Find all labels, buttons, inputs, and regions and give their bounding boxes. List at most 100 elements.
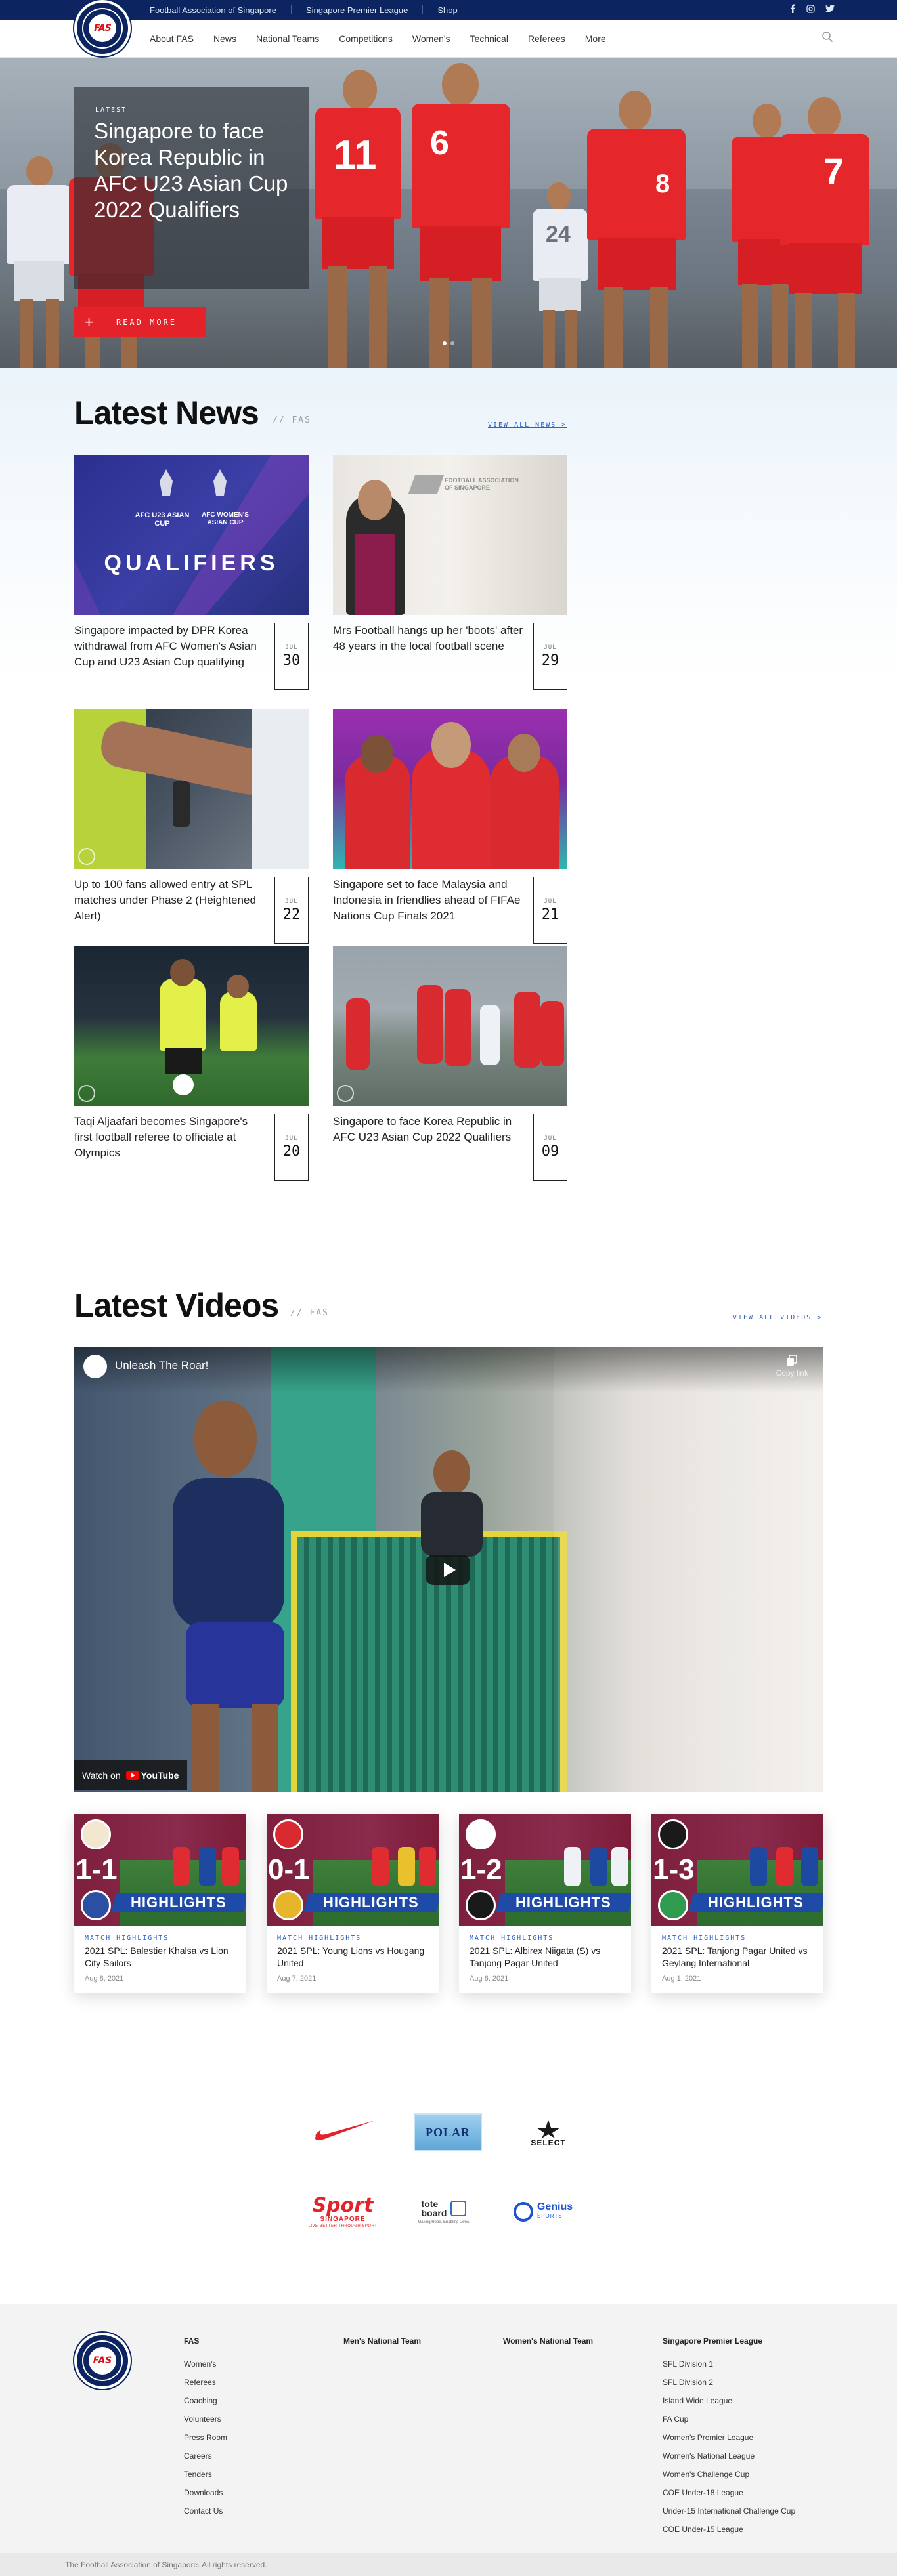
news-card[interactable]: Singapore to face Korea Republic in AFC … — [333, 946, 567, 1181]
footer-link[interactable]: FA Cup — [663, 2410, 795, 2428]
fas-watermark-icon — [78, 1085, 95, 1102]
genius-sports-logo[interactable]: Genius SPORTS — [507, 2195, 579, 2228]
fas-logo[interactable]: FAS — [74, 0, 131, 56]
page: Football Association of Singapore Singap… — [0, 0, 897, 2576]
news-thumbnail[interactable] — [333, 946, 567, 1106]
facebook-icon[interactable] — [789, 4, 796, 16]
footer-heading[interactable]: Women's National Team — [503, 2336, 593, 2346]
video-card-title[interactable]: 2021 SPL: Balestier Khalsa vs Lion City … — [85, 1945, 236, 1970]
copy-link-button[interactable]: Copy link — [776, 1355, 808, 1378]
news-title[interactable]: Singapore impacted by DPR Korea withdraw… — [74, 623, 265, 670]
footer-link[interactable]: SFL Division 2 — [663, 2373, 795, 2392]
footer-link[interactable]: Women's Premier League — [663, 2428, 795, 2447]
nav-news[interactable]: News — [213, 33, 236, 44]
footer-link[interactable]: Women's — [184, 2355, 227, 2373]
news-card[interactable]: AFC U23 ASIAN CUP AFC WOMEN'S ASIAN CUP … — [74, 455, 309, 690]
nike-logo[interactable] — [309, 2113, 381, 2146]
footer-link[interactable]: Downloads — [184, 2483, 227, 2502]
search-icon[interactable] — [821, 31, 835, 44]
video-card[interactable]: 1-1 HIGHLIGHTS MATCH HIGHLIGHTS 2021 SPL… — [74, 1814, 246, 1993]
footer-link[interactable]: Referees — [184, 2373, 227, 2392]
channel-avatar[interactable] — [83, 1355, 107, 1378]
footer-link[interactable]: Contact Us — [184, 2502, 227, 2520]
news-card[interactable]: Up to 100 fans allowed entry at SPL matc… — [74, 709, 309, 944]
toplink-fas[interactable]: Football Association of Singapore — [150, 0, 306, 20]
nav-referees[interactable]: Referees — [528, 33, 565, 44]
video-score: 1-3 — [653, 1853, 695, 1886]
footer-heading[interactable]: Singapore Premier League — [663, 2336, 795, 2346]
hero-headline[interactable]: Singapore to face Korea Republic in AFC … — [94, 118, 303, 223]
tote-board-logo[interactable]: tote board Making Hope. Enabling Lives. — [411, 2189, 477, 2235]
toplink-shop[interactable]: Shop — [437, 0, 471, 20]
play-button[interactable] — [426, 1555, 470, 1585]
video-thumbnail[interactable]: 1-1 HIGHLIGHTS — [74, 1814, 246, 1926]
news-title[interactable]: Singapore set to face Malaysia and Indon… — [333, 877, 523, 924]
footer: FAS FAS Women's Referees Coaching Volunt… — [0, 2304, 897, 2553]
select-logo[interactable]: SELECT — [525, 2113, 571, 2153]
read-more-button[interactable]: + READ MORE — [74, 307, 206, 337]
nav-competitions[interactable]: Competitions — [339, 33, 393, 44]
toplink-spl[interactable]: Singapore Premier League — [306, 0, 437, 20]
footer-fas-logo[interactable]: FAS — [74, 2333, 131, 2389]
news-date-box: JUL 21 — [533, 877, 567, 944]
news-thumbnail[interactable] — [74, 946, 309, 1106]
news-thumbnail[interactable] — [333, 709, 567, 869]
watch-on-youtube-button[interactable]: Watch on YouTube — [74, 1760, 187, 1790]
instagram-icon[interactable] — [806, 4, 815, 16]
logo-letters: FAS — [94, 23, 112, 33]
nav-technical[interactable]: Technical — [470, 33, 508, 44]
footer-link[interactable]: Island Wide League — [663, 2392, 795, 2410]
sport-singapore-logo[interactable]: Sport SINGAPORE LIVE BETTER THROUGH SPOR… — [303, 2189, 382, 2235]
video-card-title[interactable]: 2021 SPL: Young Lions vs Hougang United — [277, 1945, 428, 1970]
news-card[interactable]: Taqi Aljaafari becomes Singapore's first… — [74, 946, 309, 1181]
footer-link[interactable]: COE Under-15 League — [663, 2520, 795, 2539]
nav-more[interactable]: More — [585, 33, 606, 44]
nav-national-teams[interactable]: National Teams — [256, 33, 319, 44]
footer-link[interactable]: Press Room — [184, 2428, 227, 2447]
footer-heading[interactable]: Men's National Team — [343, 2336, 421, 2346]
video-card[interactable]: 0-1 HIGHLIGHTS MATCH HIGHLIGHTS 2021 SPL… — [267, 1814, 439, 1993]
footer-link[interactable]: Tenders — [184, 2465, 227, 2483]
slider-dot-2[interactable] — [450, 341, 454, 345]
genius-mark-icon — [513, 2202, 533, 2222]
news-title[interactable]: Mrs Football hangs up her 'boots' after … — [333, 623, 523, 654]
news-title[interactable]: Taqi Aljaafari becomes Singapore's first… — [74, 1114, 265, 1161]
news-thumbnail[interactable]: FOOTBALL ASSOCIATION OF SINGAPORE — [333, 455, 567, 615]
footer-link[interactable]: Careers — [184, 2447, 227, 2465]
footer-link[interactable]: Women's Challenge Cup — [663, 2465, 795, 2483]
video-card-title[interactable]: 2021 SPL: Tanjong Pagar United vs Geylan… — [662, 1945, 813, 1970]
polar-logo[interactable]: POLAR — [414, 2113, 482, 2151]
nav-womens[interactable]: Women's — [412, 33, 450, 44]
news-card[interactable]: FOOTBALL ASSOCIATION OF SINGAPORE Mrs Fo… — [333, 455, 567, 690]
footer-link[interactable]: COE Under-18 League — [663, 2483, 795, 2502]
news-card[interactable]: Singapore set to face Malaysia and Indon… — [333, 709, 567, 944]
top-links: Football Association of Singapore Singap… — [150, 0, 472, 20]
latest-news-title: Latest News — [74, 394, 259, 431]
slider-dot-1[interactable] — [443, 341, 447, 345]
video-card-title[interactable]: 2021 SPL: Albirex Niigata (S) vs Tanjong… — [470, 1945, 621, 1970]
news-thumbnail[interactable]: AFC U23 ASIAN CUP AFC WOMEN'S ASIAN CUP … — [74, 455, 309, 615]
video-thumbnail[interactable]: 1-2 HIGHLIGHTS — [459, 1814, 631, 1926]
footer-heading[interactable]: FAS — [184, 2336, 227, 2346]
video-card[interactable]: 1-3 HIGHLIGHTS MATCH HIGHLIGHTS 2021 SPL… — [651, 1814, 823, 1993]
footer-link[interactable]: SFL Division 1 — [663, 2355, 795, 2373]
view-all-videos-link[interactable]: VIEW ALL VIDEOS > — [733, 1314, 822, 1321]
twitter-icon[interactable] — [825, 5, 835, 15]
nav-about-fas[interactable]: About FAS — [150, 33, 194, 44]
footer-link[interactable]: Coaching — [184, 2392, 227, 2410]
news-title[interactable]: Singapore to face Korea Republic in AFC … — [333, 1114, 523, 1145]
video-player[interactable]: Unleash The Roar! Copy link Watch on You… — [74, 1347, 823, 1792]
video-thumbnail[interactable]: 1-3 HIGHLIGHTS — [651, 1814, 823, 1926]
video-card[interactable]: 1-2 HIGHLIGHTS MATCH HIGHLIGHTS 2021 SPL… — [459, 1814, 631, 1993]
video-title[interactable]: Unleash The Roar! — [115, 1359, 208, 1372]
video-thumbnail[interactable]: 0-1 HIGHLIGHTS — [267, 1814, 439, 1926]
footer-link[interactable]: Volunteers — [184, 2410, 227, 2428]
footer-link[interactable]: Under-15 International Challenge Cup — [663, 2502, 795, 2520]
news-thumbnail[interactable] — [74, 709, 309, 869]
news-title[interactable]: Up to 100 fans allowed entry at SPL matc… — [74, 877, 265, 924]
view-all-news-link[interactable]: VIEW ALL NEWS > — [488, 421, 567, 429]
logo-core: FAS — [89, 14, 116, 42]
footer-link[interactable]: Women's National League — [663, 2447, 795, 2465]
hero-slider-dots — [443, 341, 454, 345]
footer-column-mens-team: Men's National Team — [343, 2336, 421, 2355]
